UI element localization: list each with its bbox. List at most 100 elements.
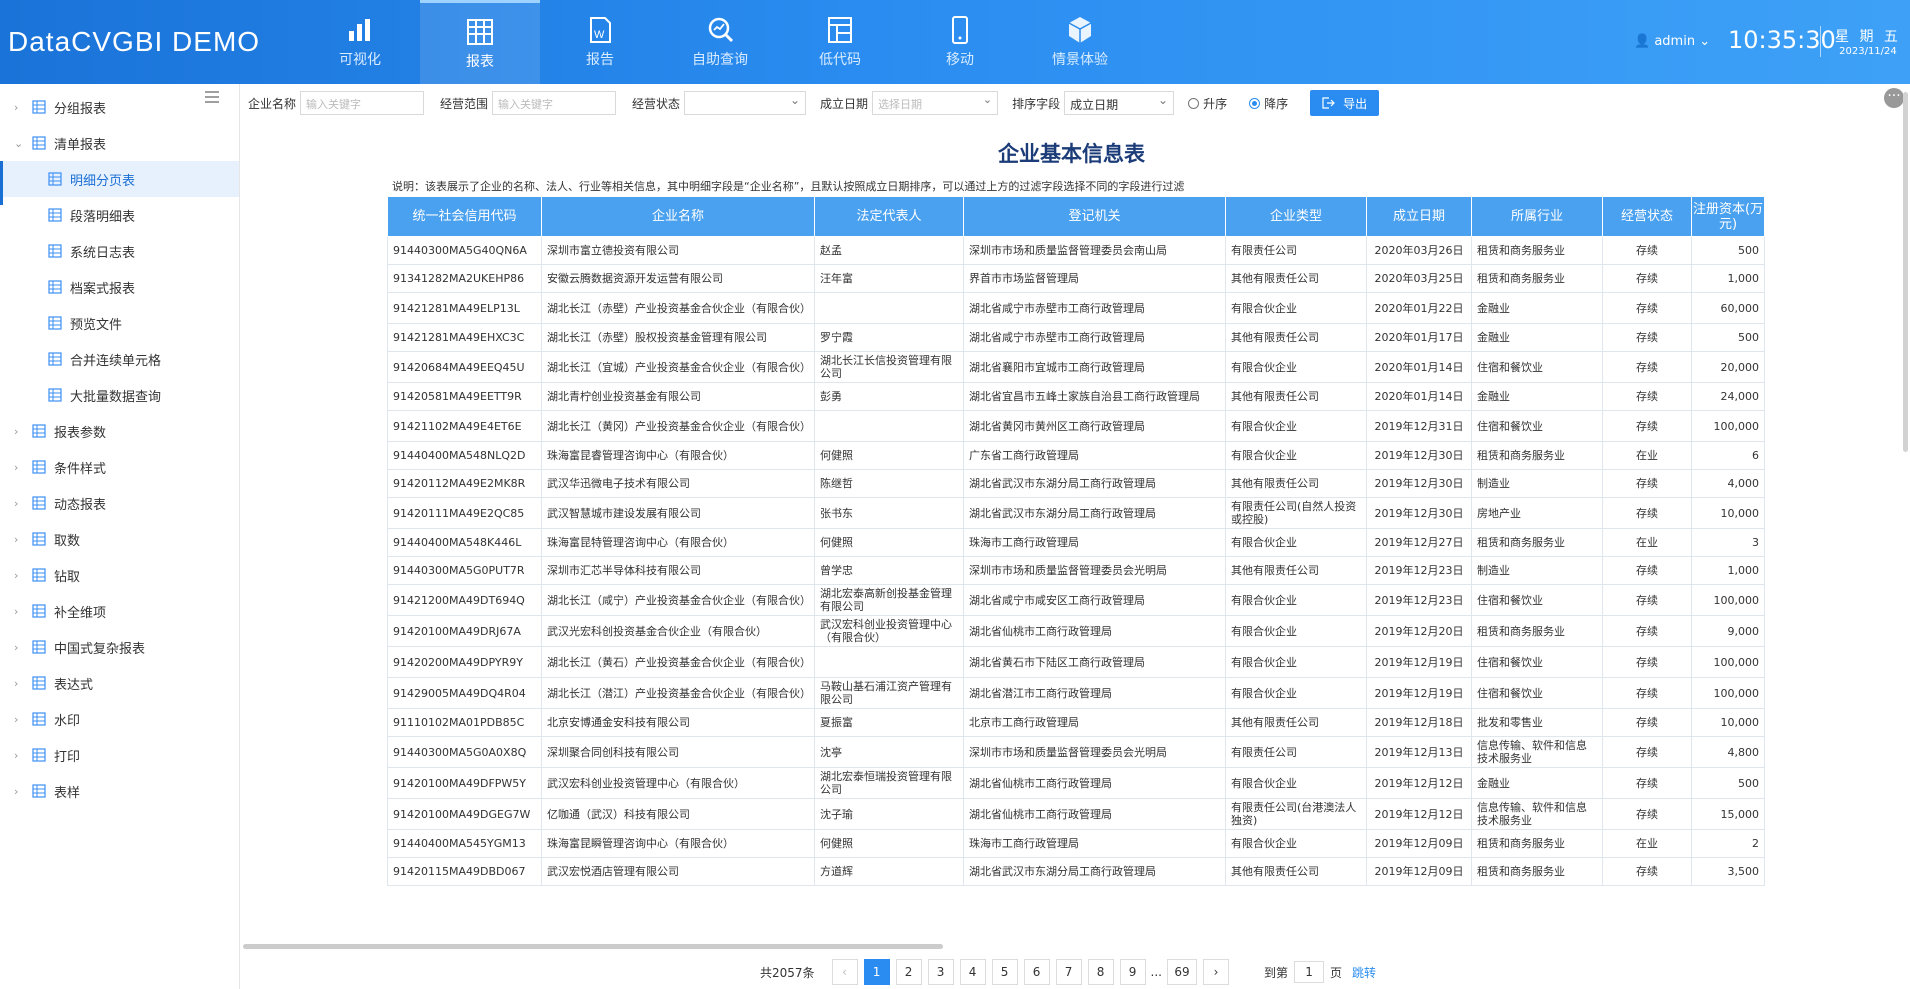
table-cell: 湖北省仙桃市工商行政管理局	[963, 615, 1226, 647]
table-row[interactable]: 91420100MA49DFPW5Y 武汉宏科创业投资管理中心（有限合伙） 湖北宏泰…	[387, 767, 1765, 799]
sidebar-item[interactable]: › 表达式	[0, 665, 239, 701]
sidebar-item[interactable]: › 条件样式	[0, 449, 239, 485]
nav-label: 低代码	[819, 52, 861, 68]
more-icon[interactable]: ···	[1884, 88, 1904, 108]
nav-grid-report[interactable]: 报表	[420, 0, 540, 84]
sidebar-item[interactable]: ⌄ 清单报表	[0, 125, 239, 161]
table-cell: 沈亭	[814, 736, 964, 768]
sidebar-item[interactable]: › 中国式复杂报表	[0, 629, 239, 665]
status-select[interactable]	[684, 91, 807, 115]
table-cell: 10,000	[1691, 497, 1765, 529]
sidebar-item-label: 补全维项	[54, 605, 107, 621]
sidebar-item[interactable]: 段落明细表	[0, 197, 239, 233]
desc-radio[interactable]: 降序	[1249, 95, 1288, 112]
page-number-button[interactable]: 5	[991, 959, 1018, 985]
page-number-button[interactable]: 3	[927, 959, 954, 985]
table-row[interactable]: 91440400MA545YGM13 珠海富昆瞬管理咨询中心（有限合伙） 何健照 珠海…	[387, 829, 1765, 858]
sidebar-item[interactable]: 合并连续单元格	[0, 341, 239, 377]
page-number-button[interactable]: 9	[1119, 959, 1146, 985]
user-menu[interactable]: 👤 admin ⌄	[1634, 34, 1710, 49]
goto-page-input[interactable]: 1	[1294, 961, 1325, 983]
date-label: 成立日期	[820, 96, 869, 111]
export-button[interactable]: 导出	[1310, 90, 1380, 116]
vertical-scrollbar[interactable]	[1903, 92, 1908, 452]
table-row[interactable]: 91341282MA2UKEHP86 安徽云腾数据资源开发运营有限公司 汪年富 界首市…	[387, 264, 1765, 293]
table-cell: 租赁和商务服务业	[1471, 441, 1603, 470]
table-cell: 2020年03月25日	[1366, 264, 1472, 293]
table-row[interactable]: 91440400MA548NLQ2D 珠海富昆睿管理咨询中心（有限合伙） 何健照 广东…	[387, 441, 1765, 470]
table-row[interactable]: 91421200MA49DT694Q 湖北长江（咸宁）产业投资基金合伙企业（有限合…	[387, 584, 1765, 616]
table-cell: 信息传输、软件和信息技术服务业	[1471, 798, 1603, 830]
scope-input[interactable]: 输入关键字	[492, 91, 617, 115]
sidebar-item[interactable]: 大批量数据查询	[0, 377, 239, 413]
asc-radio[interactable]: 升序	[1188, 95, 1227, 112]
table-row[interactable]: 91420684MA49EEQ45U 湖北长江（宜城）产业投资基金合伙企业（有限合…	[387, 351, 1765, 383]
nav-cube[interactable]: 情景体验	[1020, 0, 1140, 84]
table-row[interactable]: 91440400MA548K446L 珠海富昆特管理咨询中心（有限合伙） 何健照 珠海…	[387, 528, 1765, 557]
nav-search-chart[interactable]: 自助查询	[660, 0, 780, 84]
table-cell	[814, 292, 964, 324]
table-cell: 湖北长江（黄石）产业投资基金合伙企业（有限合伙）	[541, 646, 815, 678]
sort-select[interactable]: 成立日期	[1064, 91, 1175, 115]
filter-bar: 企业名称 输入关键字 经营范围 输入关键字 经营状态 成立日期 选择日期 排序字…	[248, 90, 1380, 116]
nav-word-doc[interactable]: W 报告	[540, 0, 660, 84]
nav-layout[interactable]: 低代码	[780, 0, 900, 84]
page-number-button[interactable]: 7	[1055, 959, 1082, 985]
table-row[interactable]: 91420581MA49EETT9R 湖北青柠创业投资基金有限公司 彭勇 湖北省宜昌市…	[387, 382, 1765, 411]
sidebar-item[interactable]: › 分组报表	[0, 89, 239, 125]
sidebar-item[interactable]: › 打印	[0, 737, 239, 773]
table-row[interactable]: 91420100MA49DRJ67A 武汉光宏科创投资基金合伙企业（有限合伙） 武汉…	[387, 615, 1765, 647]
search-chart-icon	[708, 17, 734, 43]
sidebar-item[interactable]: › 表样	[0, 773, 239, 809]
chevron-right-icon: ›	[14, 568, 19, 582]
page-number-button[interactable]: 6	[1023, 959, 1050, 985]
table-row[interactable]: 91421281MA49EHXC3C 湖北长江（赤壁）股权投资基金管理有限公司 罗宁…	[387, 323, 1765, 352]
sidebar-item-label: 取数	[54, 533, 81, 549]
next-page-icon[interactable]: ›	[1203, 959, 1229, 985]
sidebar-item-label: 明细分页表	[70, 173, 136, 189]
prev-page-icon[interactable]: ‹	[831, 959, 858, 985]
table-cell: 租赁和商务服务业	[1471, 615, 1603, 647]
table-row[interactable]: 91420100MA49DGEG7W 亿咖通（武汉）科技有限公司 沈子瑜 湖北省仙桃市…	[387, 798, 1765, 830]
table-row[interactable]: 91440300MA5G0A0X8Q 深圳聚合同创科技有限公司 沈亭 深圳市市场和质量…	[387, 736, 1765, 768]
nav-bar-chart[interactable]: 可视化	[300, 0, 420, 84]
page-last[interactable]: 69	[1167, 959, 1197, 985]
sidebar-item[interactable]: › 补全维项	[0, 593, 239, 629]
sidebar-item[interactable]: 系统日志表	[0, 233, 239, 269]
jump-button[interactable]: 跳转	[1352, 964, 1376, 981]
sidebar-item[interactable]: › 钻取	[0, 557, 239, 593]
page-number-button[interactable]: 1	[863, 959, 890, 985]
table-row[interactable]: 91421102MA49E4ET6E 湖北长江（黄冈）产业投资基金合伙企业（有限合…	[387, 410, 1765, 442]
table-cell: 住宿和餐饮业	[1471, 677, 1603, 709]
table-row[interactable]: 91420112MA49E2MK8R 武汉华迅微电子技术有限公司 陈继哲 湖北省武汉市…	[387, 469, 1765, 498]
table-row[interactable]: 91421281MA49ELP13L 湖北长江（赤壁）产业投资基金合伙企业（有限合…	[387, 292, 1765, 324]
horizontal-scrollbar[interactable]	[243, 944, 943, 949]
sidebar-item[interactable]: 档案式报表	[0, 269, 239, 305]
table-cell: 存续	[1602, 410, 1692, 442]
table-row[interactable]: 91440300MA5G40QN6A 深圳市富立德投资有限公司 赵孟 深圳市市场和质量…	[387, 236, 1765, 265]
table-row[interactable]: 91420200MA49DPYR9Y 湖北长江（黄石）产业投资基金合伙企业（有限合…	[387, 646, 1765, 678]
page-number-button[interactable]: 2	[895, 959, 922, 985]
nav-mobile[interactable]: 移动	[900, 0, 1020, 84]
sidebar-item[interactable]: › 取数	[0, 521, 239, 557]
sidebar-item[interactable]: 明细分页表	[0, 161, 239, 205]
sidebar-item-label: 钻取	[54, 569, 81, 585]
table-row[interactable]: 91440300MA5G0PUT7R 深圳市汇芯半导体科技有限公司 曾学忠 深圳市市场…	[387, 556, 1765, 585]
svg-text:W: W	[594, 29, 605, 41]
table-cell: 其他有限责任公司	[1225, 469, 1367, 498]
page-number-button[interactable]: 8	[1087, 959, 1114, 985]
date-picker[interactable]: 选择日期	[872, 91, 999, 115]
table-cell: 15,000	[1691, 798, 1765, 830]
page-number-button[interactable]: 4	[959, 959, 986, 985]
table-row[interactable]: 91429005MA49DQ4R04 湖北长江（潜江）产业投资基金合伙企业（有限合…	[387, 677, 1765, 709]
company-input[interactable]: 输入关键字	[300, 91, 425, 115]
sidebar-item[interactable]: › 报表参数	[0, 413, 239, 449]
sidebar-item[interactable]: 预览文件	[0, 305, 239, 341]
table-cell: 安徽云腾数据资源开发运营有限公司	[541, 264, 815, 293]
table-row[interactable]: 91420111MA49E2QC85 武汉智慧城市建设发展有限公司 张书东 湖北省武汉…	[387, 497, 1765, 529]
sidebar-item[interactable]: › 水印	[0, 701, 239, 737]
table-row[interactable]: 91420115MA49DBD067 武汉宏悦酒店管理有限公司 方道辉 湖北省武汉市东…	[387, 857, 1765, 886]
table-row[interactable]: 91110102MA01PDB85C 北京安博通金安科技有限公司 夏振富 北京市工商行…	[387, 708, 1765, 737]
table-cell: 住宿和餐饮业	[1471, 351, 1603, 383]
sidebar-item[interactable]: › 动态报表	[0, 485, 239, 521]
